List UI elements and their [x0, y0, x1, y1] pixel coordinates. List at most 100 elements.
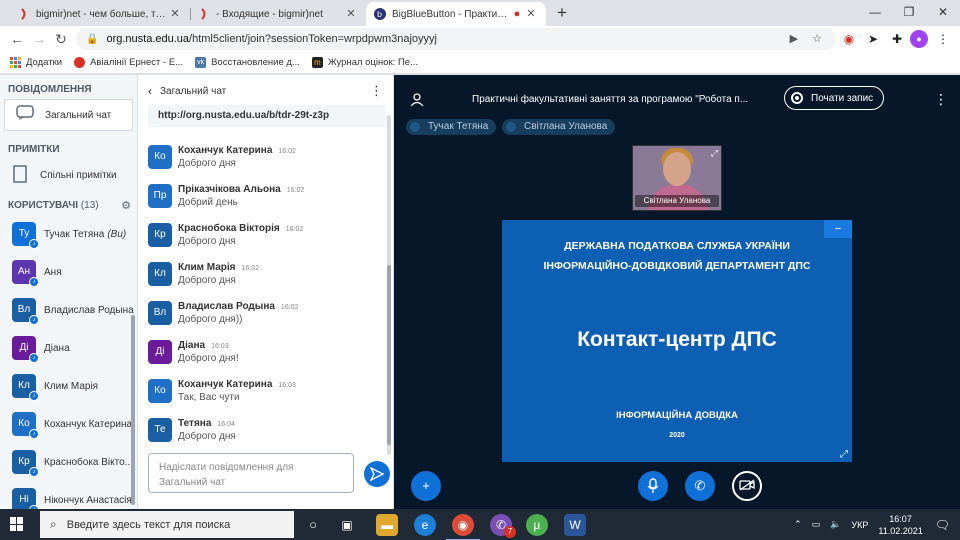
user-list-item[interactable]: Ту ♪ Тучак Тетяна (Ви) [0, 215, 137, 253]
messages-header: ПОВІДОМЛЕННЯ [8, 84, 92, 95]
user-name-text: Тучак Тетяна [44, 228, 105, 240]
edge-icon[interactable]: e [414, 514, 436, 536]
message-text: Доброго дня [178, 158, 236, 169]
chat-scrollbar[interactable] [387, 115, 391, 455]
tab-title: - Входящие - bigmir)net [216, 8, 323, 20]
task-view-icon[interactable]: ▣ [336, 514, 358, 536]
user-avatar: Кл ♪ [12, 374, 39, 401]
clock[interactable]: 16:07 11.02.2021 [878, 513, 922, 537]
chat-header: ‹ Загальний чат ⋮ [138, 75, 393, 107]
sender-name: Владислав Родына [178, 301, 275, 312]
user-list-item[interactable]: Кл ♪ Клим Марія [0, 367, 137, 405]
send-message-button[interactable] [364, 461, 390, 487]
chat-scroll-thumb[interactable] [387, 265, 391, 445]
user-name: Коханчук Катерина [44, 419, 132, 430]
fullscreen-icon[interactable]: ⤢ [840, 449, 848, 460]
user-avatar: Ан ♪ [12, 260, 39, 287]
shared-notes-item[interactable]: Спільні примітки [0, 159, 137, 191]
bigmir-favicon-icon [198, 8, 210, 20]
chat-panel: ‹ Загальний чат ⋮ http://org.nusta.edu.u… [138, 75, 394, 509]
webcam-video[interactable]: ⤢ Світлана Уланова [632, 145, 722, 211]
clock-date: 11.02.2021 [878, 525, 923, 536]
chat-options-icon[interactable]: ⋮ [370, 83, 383, 99]
user-list-item[interactable]: Ан ♪ Аня [0, 253, 137, 291]
back-arrow-icon[interactable]: ← [8, 30, 26, 48]
user-list-item[interactable]: Кр ♪ Краснобока Вікто... [0, 443, 137, 481]
user-list-item[interactable]: Ні♪ Нікончук Анастасія [0, 481, 137, 509]
stage-header: Практичні факультативні заняття за прогр… [394, 75, 960, 123]
webcam-off-button[interactable] [732, 471, 762, 501]
utorrent-icon[interactable]: µ [526, 514, 548, 536]
restore-icon[interactable]: ❐ [892, 0, 926, 24]
chat-message: Ко Коханчук Катерина 16:03 Так, Вас чути [148, 379, 296, 403]
presentation-area: Практичні факультативні заняття за прогр… [394, 75, 960, 509]
forward-arrow-icon[interactable]: → [30, 30, 48, 48]
bookmark-airline[interactable]: Авіалінії Ернест - Е... [74, 57, 183, 68]
chat-title: Загальний чат [160, 85, 227, 97]
browser-tab-bigbluebutton[interactable]: b BigBlueButton - Практичні з ● ✕ [366, 2, 546, 26]
reload-icon[interactable]: ↻ [52, 30, 70, 48]
chevron-left-icon[interactable]: ‹ [148, 84, 152, 98]
chat-message-input[interactable]: Надіслати повідомлення для Загальний чат [148, 453, 354, 493]
public-chat-label: Загальний чат [45, 109, 112, 121]
bookmark-vk[interactable]: vk Восстановление д... [195, 57, 300, 68]
bookmark-apps[interactable]: Додатки [10, 57, 62, 68]
chrome-icon[interactable]: ◉ [446, 514, 480, 540]
file-explorer-icon[interactable]: ▬ [376, 514, 398, 536]
message-text: Доброго дня)) [178, 314, 243, 325]
start-recording-button[interactable]: Почати запис [784, 86, 884, 110]
taskbar-search-box[interactable]: ⌕ Введите здесь текст для поиска [40, 511, 294, 538]
star-icon[interactable]: ☆ [812, 32, 822, 45]
network-icon[interactable]: ▭ [812, 519, 821, 530]
cursor-extension-icon[interactable]: ➤ [864, 30, 882, 48]
viber-icon[interactable]: ✆ 7 [490, 514, 516, 538]
actions-plus-button[interactable]: + [411, 471, 441, 501]
opera-extension-icon[interactable]: ◉ [840, 30, 858, 48]
tray-chevron-icon[interactable]: ⌃ [794, 519, 802, 530]
webcam-person [663, 152, 691, 186]
language-indicator[interactable]: УКР [851, 520, 868, 530]
bookmark-journal[interactable]: m Журнал оцінок: Пе... [311, 57, 418, 68]
tab-close-icon[interactable]: ✕ [344, 7, 358, 21]
browser-menu-icon[interactable]: ⋮ [934, 30, 952, 48]
volume-icon[interactable]: 🔈 [830, 519, 841, 530]
message-avatar: Пр [148, 184, 172, 208]
address-bar[interactable]: 🔒 org.nusta.edu.ua/html5client/join?sess… [76, 28, 836, 50]
profile-avatar-icon[interactable]: ● [910, 30, 928, 48]
viber-badge: 7 [504, 526, 516, 538]
public-chat-item[interactable]: Загальний чат [4, 99, 133, 131]
search-placeholder: Введите здесь текст для поиска [66, 518, 231, 531]
cortana-icon[interactable]: ○ [302, 514, 324, 536]
browser-tab-bigmir[interactable]: bigmir)net - чем больше, тем лу ✕ [10, 2, 190, 26]
notifications-icon[interactable]: 🗨 [935, 518, 950, 532]
camera-blocked-icon[interactable]: ▶ [790, 32, 798, 45]
gear-icon[interactable]: ⚙ [121, 197, 131, 215]
windows-start-icon[interactable] [10, 517, 24, 531]
chat-message: Вл Владислав Родына 16:02 Доброго дня)) [148, 301, 298, 325]
new-tab-button[interactable]: + [552, 3, 572, 23]
options-menu-icon[interactable]: ⋮ [934, 91, 948, 108]
message-avatar: Ко [148, 145, 172, 169]
minimize-icon[interactable]: — [858, 0, 892, 24]
tab-close-icon[interactable]: ✕ [524, 7, 538, 21]
microphone-button[interactable] [638, 471, 668, 501]
word-icon[interactable]: W [564, 514, 586, 536]
journal-favicon-icon: m [311, 57, 323, 68]
browser-tab-inbox[interactable]: - Входящие - bigmir)net ✕ [190, 2, 366, 26]
pinned-url[interactable]: http://org.nusta.edu.ua/b/tdr-29t-z3p [148, 105, 385, 127]
user-list-item[interactable]: Ді ♪ Діана [0, 329, 137, 367]
tab-close-icon[interactable]: ✕ [168, 7, 182, 21]
close-window-icon[interactable]: ✕ [926, 0, 960, 24]
message-sender: Пріказчікова Альона 16:02 [178, 184, 304, 195]
user-list-scrollbar[interactable] [131, 315, 135, 505]
user-list-item[interactable]: Ко ♪ Коханчук Катерина [0, 405, 137, 443]
minimize-presentation-button[interactable]: − [824, 220, 852, 238]
user-list-item[interactable]: Вл ♪ Владислав Родына [0, 291, 137, 329]
slide-headline: Контакт-центр ДПС [577, 328, 777, 351]
user-list-toggle-icon[interactable] [410, 93, 424, 110]
message-avatar: Те [148, 418, 172, 442]
leave-audio-phone-button[interactable]: ✆ [685, 471, 715, 501]
airline-favicon-icon [74, 57, 86, 68]
fullscreen-icon[interactable]: ⤢ [711, 148, 718, 159]
puzzle-extensions-icon[interactable]: ✚ [888, 30, 906, 48]
